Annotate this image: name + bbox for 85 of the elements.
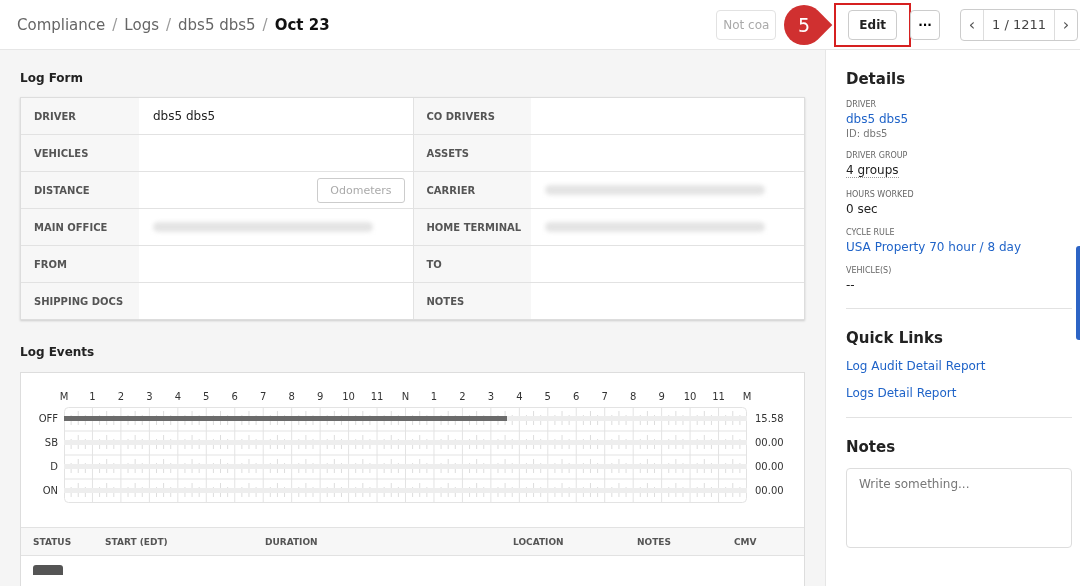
column-header: LOCATION bbox=[513, 536, 565, 547]
hour-label: 2 bbox=[459, 391, 466, 402]
detail-subtext: ID: dbs5 bbox=[846, 128, 889, 139]
breadcrumb-separator: / bbox=[112, 15, 118, 34]
breadcrumb-link[interactable]: Compliance bbox=[17, 15, 106, 34]
hour-label: 9 bbox=[658, 391, 665, 402]
column-header: NOTES bbox=[637, 536, 672, 547]
hour-label: 3 bbox=[146, 391, 153, 402]
hour-label: 6 bbox=[231, 391, 238, 402]
section-title: Quick Links bbox=[846, 328, 944, 349]
field-label: NOTES bbox=[412, 283, 531, 319]
section-title: Details bbox=[846, 69, 907, 90]
hour-label: 8 bbox=[629, 391, 637, 402]
section-title: Log Events bbox=[20, 344, 96, 361]
hour-label: 7 bbox=[260, 391, 267, 402]
hour-label: 11 bbox=[712, 391, 725, 402]
detail-value: -- bbox=[846, 278, 856, 292]
field-label: ASSETS bbox=[412, 135, 531, 172]
field-label: FROM bbox=[21, 246, 139, 283]
hour-label: M bbox=[59, 391, 69, 402]
more-button[interactable]: ··· bbox=[910, 9, 940, 40]
field-label: MAIN OFFICE bbox=[21, 209, 139, 246]
field-value: dbs5 dbs5 bbox=[153, 109, 216, 123]
detail-value: 0 sec bbox=[846, 202, 879, 216]
section-title: Log Form bbox=[20, 70, 85, 87]
status-label: SB bbox=[44, 436, 59, 450]
column-header: START (EDT) bbox=[105, 536, 169, 547]
breadcrumb-link[interactable]: Logs bbox=[124, 15, 159, 34]
breadcrumb-separator: / bbox=[165, 15, 172, 34]
hour-label: 6 bbox=[573, 391, 580, 402]
hour-label: 1 bbox=[430, 391, 438, 402]
hour-label: 9 bbox=[316, 391, 324, 402]
detail-link[interactable]: USA Property 70 hour / 8 day bbox=[846, 240, 1072, 254]
hour-label: 2 bbox=[117, 391, 125, 402]
field-label: DRIVER bbox=[21, 98, 139, 135]
page-position: 1 / 1211 bbox=[983, 9, 1055, 40]
detail-label: CYCLE RULE bbox=[846, 228, 896, 237]
hour-label: M bbox=[742, 391, 752, 402]
field-label: VEHICLES bbox=[21, 135, 139, 172]
status-total: 00.00 bbox=[755, 484, 784, 498]
side-tab[interactable] bbox=[1076, 246, 1080, 340]
hour-label: 4 bbox=[516, 391, 523, 402]
status-label: D bbox=[50, 460, 59, 474]
detail-link[interactable]: dbs5 dbs5 bbox=[846, 112, 1072, 126]
status-total: 15.58 bbox=[755, 412, 784, 426]
field-label: SHIPPING DOCS bbox=[21, 283, 139, 319]
detail-value[interactable]: 4 groups bbox=[846, 163, 899, 178]
hour-label: 5 bbox=[544, 391, 551, 402]
breadcrumb-link[interactable]: dbs5 dbs5 bbox=[178, 15, 256, 34]
status-label: OFF bbox=[38, 412, 59, 426]
next-button[interactable]: › bbox=[1055, 14, 1077, 35]
field-label: TO bbox=[412, 246, 531, 283]
hour-label: 10 bbox=[683, 391, 697, 402]
hour-label: 7 bbox=[601, 391, 608, 402]
breadcrumb-link[interactable]: Oct 23 bbox=[274, 15, 330, 34]
hour-label: 11 bbox=[370, 391, 384, 402]
previous-button[interactable]: ‹ bbox=[961, 14, 983, 35]
column-header: STATUS bbox=[33, 536, 73, 547]
status-pill bbox=[33, 565, 63, 575]
field-label: CO DRIVERS bbox=[412, 98, 531, 135]
hour-label: 4 bbox=[174, 391, 181, 402]
hour-label: 10 bbox=[342, 391, 355, 402]
hour-label: 5 bbox=[203, 391, 210, 402]
notes-field[interactable]: Write something... bbox=[846, 468, 1072, 548]
field-label: HOME TERMINAL bbox=[412, 209, 531, 246]
detail-label: HOURS WORKED bbox=[846, 190, 915, 199]
field-label: DISTANCE bbox=[21, 172, 139, 209]
field-label: CARRIER bbox=[412, 172, 531, 209]
hour-label: 3 bbox=[487, 391, 495, 402]
edit-button[interactable]: Edit bbox=[848, 9, 897, 40]
section-title: Notes bbox=[846, 437, 897, 458]
quick-link[interactable]: Log Audit Detail Report bbox=[846, 359, 1072, 373]
quick-link[interactable]: Logs Detail Report bbox=[846, 386, 1072, 400]
column-header: DURATION bbox=[265, 536, 319, 547]
status-total: 00.00 bbox=[755, 436, 784, 450]
detail-label: DRIVER GROUP bbox=[846, 151, 909, 160]
hour-label: 8 bbox=[288, 391, 295, 402]
status-label: ON bbox=[42, 484, 59, 498]
detail-label: VEHICLE(S) bbox=[846, 266, 893, 275]
status-total: 00.00 bbox=[755, 460, 784, 474]
column-header: CMV bbox=[734, 536, 758, 547]
breadcrumb-separator: / bbox=[262, 15, 268, 34]
hour-label: 1 bbox=[89, 391, 96, 402]
hour-label: N bbox=[401, 391, 410, 402]
detail-label: DRIVER bbox=[846, 100, 878, 109]
